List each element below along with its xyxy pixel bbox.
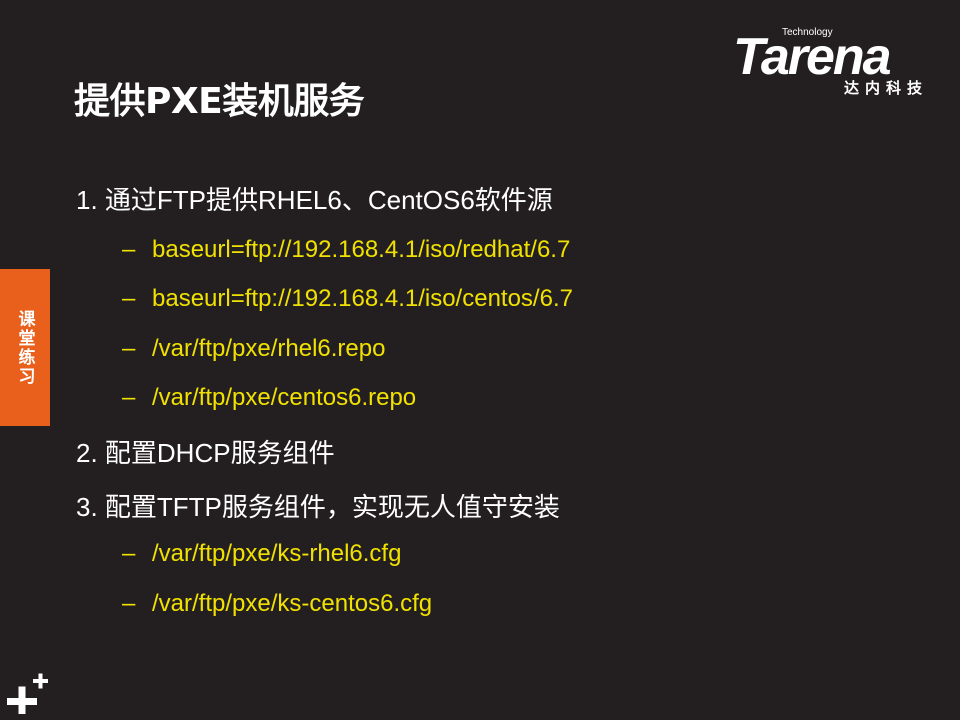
sub-item: – baseurl=ftp://192.168.4.1/iso/centos/6.… bbox=[122, 285, 573, 313]
dash-icon: – bbox=[122, 236, 136, 263]
sub-item: –/var/ftp/pxe/ks-rhel6.cfg bbox=[122, 540, 401, 568]
sub-item-text: /var/ftp/pxe/ks-centos6.cfg bbox=[152, 590, 433, 617]
dash-icon: – bbox=[122, 590, 136, 617]
dash-icon: – bbox=[122, 285, 136, 312]
sub-item-text: /var/ftp/pxe/rhel6.repo bbox=[152, 335, 386, 362]
sub-item-text: /var/ftp/pxe/centos6.repo bbox=[152, 384, 417, 411]
plus-plus-icon bbox=[7, 673, 48, 714]
list-item-2: 2. 配置DHCP服务组件 bbox=[76, 438, 335, 468]
sub-item-text: baseurl=ftp://192.168.4.1/iso/centos/6.7 bbox=[152, 285, 573, 312]
sub-item: –/var/ftp/pxe/centos6.repo bbox=[122, 384, 416, 412]
dash-icon: – bbox=[122, 384, 136, 411]
list-item-1: 1. 通过FTP提供RHEL6、CentOS6软件源 bbox=[76, 185, 553, 215]
list-item-3: 3. 配置TFTP服务组件，实现无人值守安装 bbox=[76, 492, 560, 522]
dash-icon: – bbox=[122, 335, 136, 362]
sub-item-text: baseurl=ftp://192.168.4.1/iso/redhat/6.7 bbox=[152, 236, 571, 263]
sub-item-text: /var/ftp/pxe/ks-rhel6.cfg bbox=[152, 540, 402, 567]
slide-content: 1. 通过FTP提供RHEL6、CentOS6软件源 – baseurl=ftp:… bbox=[0, 0, 960, 720]
sub-item: – baseurl=ftp://192.168.4.1/iso/redhat/6.… bbox=[122, 236, 570, 264]
dash-icon: – bbox=[122, 540, 136, 567]
sub-item: –/var/ftp/pxe/rhel6.repo bbox=[122, 335, 385, 363]
sub-item: –/var/ftp/pxe/ks-centos6.cfg bbox=[122, 590, 432, 618]
